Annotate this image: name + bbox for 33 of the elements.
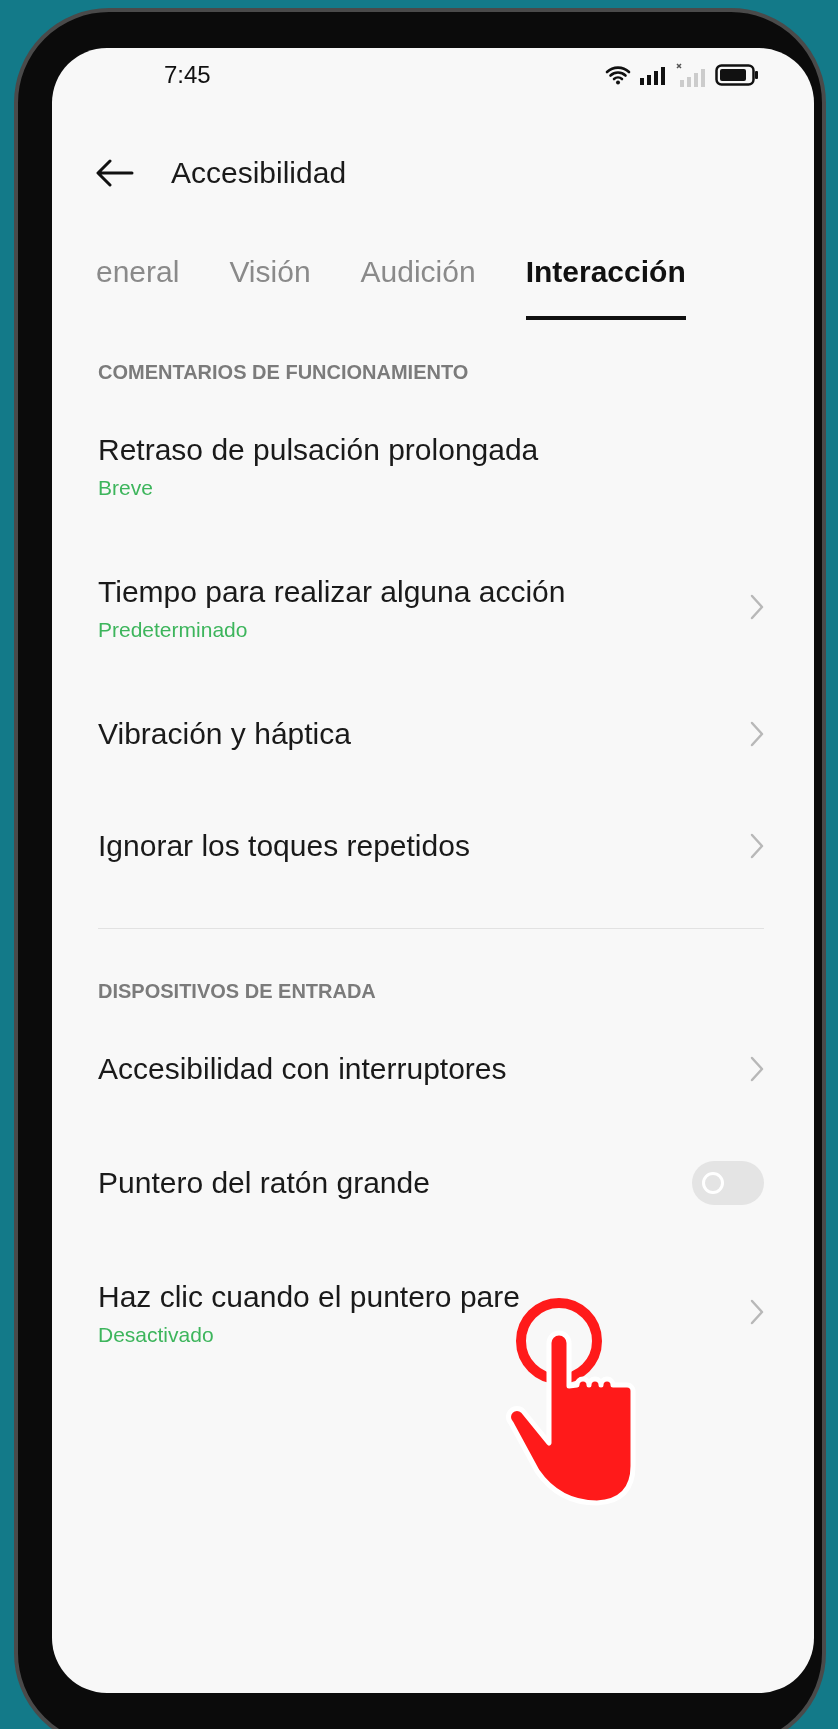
settings-item[interactable]: Haz clic cuando el puntero pare Desactivado <box>98 1241 764 1383</box>
item-value: Predeterminado <box>98 618 249 642</box>
back-arrow-icon[interactable] <box>96 159 134 187</box>
section-heading: COMENTARIOS DE FUNCIONAMIENTO <box>98 360 470 385</box>
item-title: Ignorar los toques repetidos <box>98 828 470 864</box>
item-title: Haz clic cuando el puntero pare <box>98 1279 520 1315</box>
page-title: Accesibilidad <box>171 156 347 190</box>
item-title: Accesibilidad con interruptores <box>98 1051 507 1087</box>
settings-item[interactable]: Vibración y háptica <box>98 678 764 790</box>
item-title: Tiempo para realizar alguna acción <box>98 574 566 610</box>
tab[interactable]: Interacción <box>525 252 686 320</box>
section-heading: DISPOSITIVOS DE ENTRADA <box>98 979 377 1004</box>
chevron-right-icon <box>750 1299 764 1325</box>
chevron-right-icon <box>750 833 764 859</box>
signal-icon <box>675 63 707 87</box>
wifi-icon <box>605 65 631 85</box>
signal-icon <box>639 65 667 85</box>
settings-item[interactable]: Tiempo para realizar alguna acción Predeterminado <box>98 536 764 678</box>
status-time: 7:45 <box>164 61 211 89</box>
item-title: Retraso de pulsación prolongada <box>98 432 539 468</box>
item-value: Breve <box>98 476 154 500</box>
chevron-right-icon <box>750 1056 764 1082</box>
chevron-right-icon <box>750 721 764 747</box>
settings-item[interactable]: Puntero del ratón grande <box>98 1125 764 1241</box>
item-title: Puntero del ratón grande <box>98 1165 430 1201</box>
chevron-right-icon <box>750 594 764 620</box>
settings-item[interactable]: Accesibilidad con interruptores <box>98 1013 764 1125</box>
toggle-switch[interactable] <box>692 1161 764 1205</box>
item-value: Desactivado <box>98 1323 215 1347</box>
item-title: Vibración y háptica <box>98 716 351 752</box>
settings-item[interactable]: Retraso de pulsación prolongada Breve <box>98 394 764 536</box>
settings-item[interactable]: Ignorar los toques repetidos <box>98 790 764 902</box>
battery-icon <box>715 64 759 86</box>
